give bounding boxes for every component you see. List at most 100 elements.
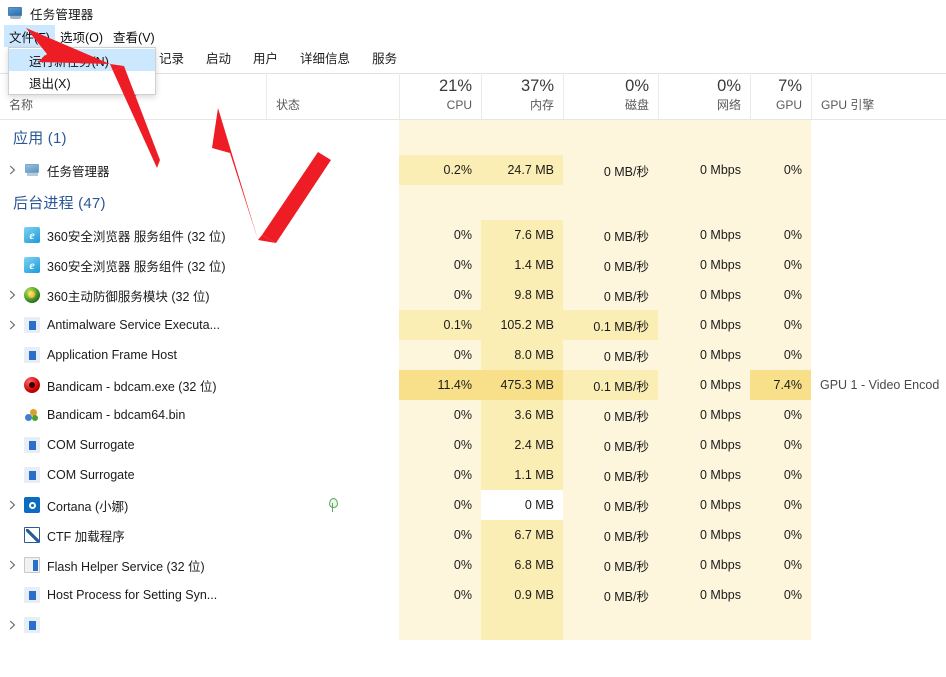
process-row[interactable]: e360安全浏览器 服务组件 (32 位)0%1.4 MB0 MB/秒0 Mbp…	[0, 250, 946, 280]
column-header-cpu[interactable]: 21% CPU	[399, 73, 481, 119]
process-gpu-value: 0%	[750, 490, 811, 520]
process-disk-value: 0 MB/秒	[563, 155, 658, 185]
process-row[interactable]: Application Frame Host0%8.0 MB0 MB/秒0 Mb…	[0, 340, 946, 370]
column-header-gpu-engine[interactable]: GPU 引擎	[811, 73, 946, 119]
process-name-cell[interactable]: Cortana (小娜)	[0, 490, 266, 520]
process-cpu-value	[399, 610, 481, 640]
process-row[interactable]: Antimalware Service Executa...0.1%105.2 …	[0, 310, 946, 340]
row-expander-icon[interactable]	[4, 320, 20, 330]
process-memory-value	[481, 610, 563, 640]
process-row[interactable]: CTF 加载程序0%6.7 MB0 MB/秒0 Mbps0%	[0, 520, 946, 550]
tab-services[interactable]: 服务	[361, 45, 408, 73]
process-status-cell	[266, 340, 399, 370]
process-memory-value: 105.2 MB	[481, 310, 563, 340]
process-name-cell[interactable]: COM Surrogate	[0, 460, 266, 490]
process-name-cell[interactable]: CTF 加载程序	[0, 520, 266, 550]
process-row[interactable]: COM Surrogate0%1.1 MB0 MB/秒0 Mbps0%	[0, 460, 946, 490]
process-row[interactable]: Host Process for Setting Syn...0%0.9 MB0…	[0, 580, 946, 610]
process-status-cell	[266, 220, 399, 250]
process-row[interactable]: e360安全浏览器 服务组件 (32 位)0%7.6 MB0 MB/秒0 Mbp…	[0, 220, 946, 250]
column-header-status-label: 状态	[267, 98, 399, 113]
group-gpu-cell	[750, 120, 811, 155]
row-expander-icon[interactable]	[4, 165, 20, 175]
process-name-cell[interactable]: e360安全浏览器 服务组件 (32 位)	[0, 250, 266, 280]
column-header-gpu-engine-label: GPU 引擎	[812, 98, 946, 113]
process-name-cell[interactable]: Flash Helper Service (32 位)	[0, 550, 266, 580]
process-network-value: 0 Mbps	[658, 550, 750, 580]
process-cpu-value: 0.2%	[399, 155, 481, 185]
menu-item-exit[interactable]: 退出(X)	[9, 71, 155, 93]
process-gpu-engine-value	[811, 155, 946, 185]
process-cpu-value: 0%	[399, 340, 481, 370]
row-expander-icon[interactable]	[4, 560, 20, 570]
ctf-loader-icon	[24, 527, 40, 543]
process-memory-value: 8.0 MB	[481, 340, 563, 370]
bandicam-icon	[24, 377, 40, 393]
group-disk-cell	[563, 120, 658, 155]
process-name-cell[interactable]: Host Process for Setting Syn...	[0, 580, 266, 610]
process-name-cell[interactable]: Antimalware Service Executa...	[0, 310, 266, 340]
ie-browser-icon: e	[24, 257, 40, 273]
process-name-cell[interactable]	[0, 610, 266, 640]
process-row[interactable]: Bandicam - bdcam64.bin0%3.6 MB0 MB/秒0 Mb…	[0, 400, 946, 430]
process-network-value: 0 Mbps	[658, 155, 750, 185]
process-network-value: 0 Mbps	[658, 220, 750, 250]
menu-file[interactable]: 文件(F)	[4, 25, 55, 49]
process-gpu-engine-value	[811, 340, 946, 370]
process-name: CTF 加载程序	[47, 526, 125, 545]
bandicam64-icon	[24, 407, 40, 423]
process-name-cell[interactable]: Bandicam - bdcam64.bin	[0, 400, 266, 430]
process-name: Host Process for Setting Syn...	[47, 588, 217, 602]
group-gpu-engine-cell	[811, 185, 946, 220]
column-header-disk[interactable]: 0% 磁盘	[563, 73, 658, 119]
process-name-cell[interactable]: e360安全浏览器 服务组件 (32 位)	[0, 220, 266, 250]
process-name-cell[interactable]: COM Surrogate	[0, 430, 266, 460]
row-expander-icon[interactable]	[4, 500, 20, 510]
process-name-cell[interactable]: 360主动防御服务模块 (32 位)	[0, 280, 266, 310]
column-header-memory[interactable]: 37% 内存	[481, 73, 563, 119]
process-name: Bandicam - bdcam.exe (32 位)	[47, 376, 217, 395]
process-name: Antimalware Service Executa...	[47, 318, 220, 332]
row-expander-icon[interactable]	[4, 620, 20, 630]
gpu-total-percent: 7%	[751, 76, 811, 96]
process-status-cell	[266, 400, 399, 430]
group-network-cell	[658, 185, 750, 220]
group-cpu-cell	[399, 120, 481, 155]
windows-process-icon	[24, 617, 40, 633]
process-gpu-value: 0%	[750, 310, 811, 340]
process-gpu-engine-value	[811, 430, 946, 460]
tab-users[interactable]: 用户	[242, 45, 289, 73]
menu-options[interactable]: 选项(O)	[55, 25, 108, 49]
memory-total-percent: 37%	[482, 76, 563, 96]
process-network-value: 0 Mbps	[658, 430, 750, 460]
row-expander-icon[interactable]	[4, 290, 20, 300]
process-row[interactable]: Cortana (小娜)0%0 MB0 MB/秒0 Mbps0%	[0, 490, 946, 520]
process-row[interactable]	[0, 610, 946, 640]
tab-details[interactable]: 详细信息	[289, 45, 361, 73]
column-header-disk-label: 磁盘	[564, 98, 658, 113]
column-header-network[interactable]: 0% 网络	[658, 73, 750, 119]
process-gpu-value: 0%	[750, 220, 811, 250]
process-network-value: 0 Mbps	[658, 580, 750, 610]
column-header-gpu[interactable]: 7% GPU	[750, 73, 811, 119]
group-gpu-engine-cell	[811, 120, 946, 155]
process-row[interactable]: Bandicam - bdcam.exe (32 位)11.4%475.3 MB…	[0, 370, 946, 400]
column-header-status[interactable]: 状态	[266, 73, 399, 119]
process-row[interactable]: 任务管理器0.2%24.7 MB0 MB/秒0 Mbps0%	[0, 155, 946, 185]
process-memory-value: 1.4 MB	[481, 250, 563, 280]
process-name-cell[interactable]: Application Frame Host	[0, 340, 266, 370]
process-network-value: 0 Mbps	[658, 520, 750, 550]
process-row[interactable]: COM Surrogate0%2.4 MB0 MB/秒0 Mbps0%	[0, 430, 946, 460]
menu-item-run-new-task[interactable]: 运行新任务(N)	[9, 49, 155, 71]
column-header-cpu-label: CPU	[400, 98, 481, 113]
process-row[interactable]: Flash Helper Service (32 位)0%6.8 MB0 MB/…	[0, 550, 946, 580]
group-title: 后台进程 (47)	[0, 185, 266, 220]
process-row[interactable]: 360主动防御服务模块 (32 位)0%9.8 MB0 MB/秒0 Mbps0%	[0, 280, 946, 310]
process-name-cell[interactable]: Bandicam - bdcam.exe (32 位)	[0, 370, 266, 400]
tab-startup[interactable]: 启动	[195, 45, 242, 73]
process-gpu-engine-value: GPU 1 - Video Encod	[811, 370, 946, 400]
cortana-icon	[24, 497, 40, 513]
disk-total-percent: 0%	[564, 76, 658, 96]
process-name-cell[interactable]: 任务管理器	[0, 155, 266, 185]
process-cpu-value: 0%	[399, 550, 481, 580]
